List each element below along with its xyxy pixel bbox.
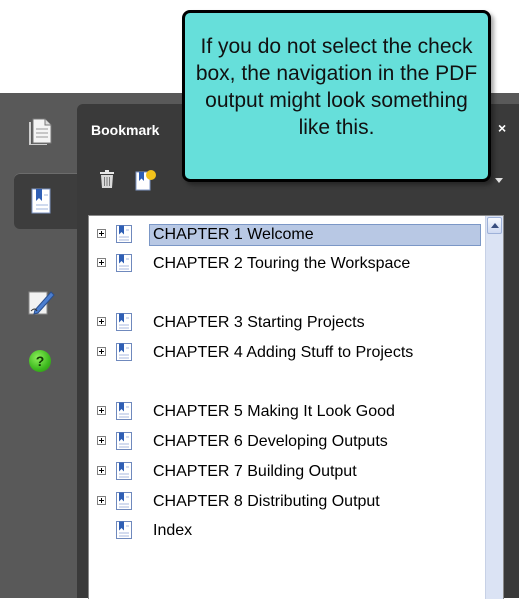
- expand-plus-icon[interactable]: [97, 229, 106, 238]
- bookmark-label: CHAPTER 8 Distributing Output: [153, 493, 380, 510]
- signature-icon: [28, 291, 55, 315]
- bookmark-icon: [116, 521, 132, 539]
- bookmark-label: CHAPTER 2 Touring the Workspace: [153, 255, 411, 272]
- close-panel-button[interactable]: ×: [498, 120, 506, 136]
- callout-box: If you do not select the check box, the …: [182, 10, 491, 182]
- expand-plus-icon[interactable]: [97, 496, 106, 505]
- bookmark-label: CHAPTER 3 Starting Projects: [153, 314, 365, 331]
- help-button[interactable]: ?: [14, 333, 66, 389]
- bookmark-item[interactable]: CHAPTER 6 Developing Outputs: [89, 431, 481, 453]
- bookmark-icon: [116, 254, 132, 272]
- expand-plus-icon[interactable]: [97, 258, 106, 267]
- bookmark-icon: [116, 492, 132, 510]
- signature-button[interactable]: [14, 273, 66, 329]
- bookmark-icon: [116, 225, 132, 243]
- expand-plus-icon[interactable]: [97, 317, 106, 326]
- bookmark-label: CHAPTER 7 Building Output: [153, 463, 357, 480]
- bookmark-item[interactable]: CHAPTER 3 Starting Projects: [89, 312, 481, 334]
- trash-icon: [100, 170, 114, 188]
- bookmarks-icon: [31, 188, 50, 214]
- bookmark-label: CHAPTER 4 Adding Stuff to Projects: [153, 344, 414, 361]
- bookmark-item[interactable]: CHAPTER 8 Distributing Output: [89, 491, 481, 513]
- new-bookmark-icon: [135, 170, 156, 191]
- new-bookmark-button[interactable]: [135, 169, 157, 196]
- bookmark-label: CHAPTER 6 Developing Outputs: [153, 433, 388, 450]
- expand-plus-icon[interactable]: [97, 436, 106, 445]
- bookmark-label: CHAPTER 1 Welcome: [153, 226, 314, 243]
- options-chevron-down-icon[interactable]: [495, 178, 503, 183]
- bookmark-icon: [116, 402, 132, 420]
- bookmark-tree: CHAPTER 1 Welcome CHAPTER 2 Touring the W…: [88, 215, 504, 599]
- delete-bookmark-button[interactable]: [99, 169, 115, 194]
- bookmark-icon: [116, 343, 132, 361]
- scroll-up-button[interactable]: [487, 217, 502, 234]
- bookmark-label: Index: [153, 522, 193, 539]
- bookmark-item[interactable]: CHAPTER 7 Building Output: [89, 461, 481, 483]
- bookmark-item[interactable]: CHAPTER 1 Welcome: [89, 224, 481, 246]
- help-icon: ?: [29, 350, 51, 372]
- navigation-rail: ?: [0, 93, 77, 598]
- bookmark-icon: [116, 462, 132, 480]
- bookmark-item[interactable]: CHAPTER 2 Touring the Workspace: [89, 253, 481, 305]
- expand-plus-icon[interactable]: [97, 347, 106, 356]
- pages-button[interactable]: [14, 103, 66, 159]
- bookmark-icon: [116, 432, 132, 450]
- bookmark-icon: [116, 313, 132, 331]
- bookmark-item[interactable]: Index: [89, 520, 481, 542]
- expand-plus-icon[interactable]: [97, 406, 106, 415]
- bookmark-item[interactable]: CHAPTER 4 Adding Stuff to Projects: [89, 342, 481, 394]
- panel-title: Bookmark: [91, 122, 160, 138]
- bookmarks-button[interactable]: [14, 173, 77, 229]
- pages-icon: [29, 118, 52, 145]
- bookmark-label: CHAPTER 5 Making It Look Good: [153, 403, 395, 420]
- bookmark-item[interactable]: CHAPTER 5 Making It Look Good: [89, 401, 481, 423]
- vertical-scrollbar[interactable]: [485, 216, 503, 599]
- callout-text: If you do not select the check box, the …: [195, 35, 478, 139]
- expand-plus-icon[interactable]: [97, 466, 106, 475]
